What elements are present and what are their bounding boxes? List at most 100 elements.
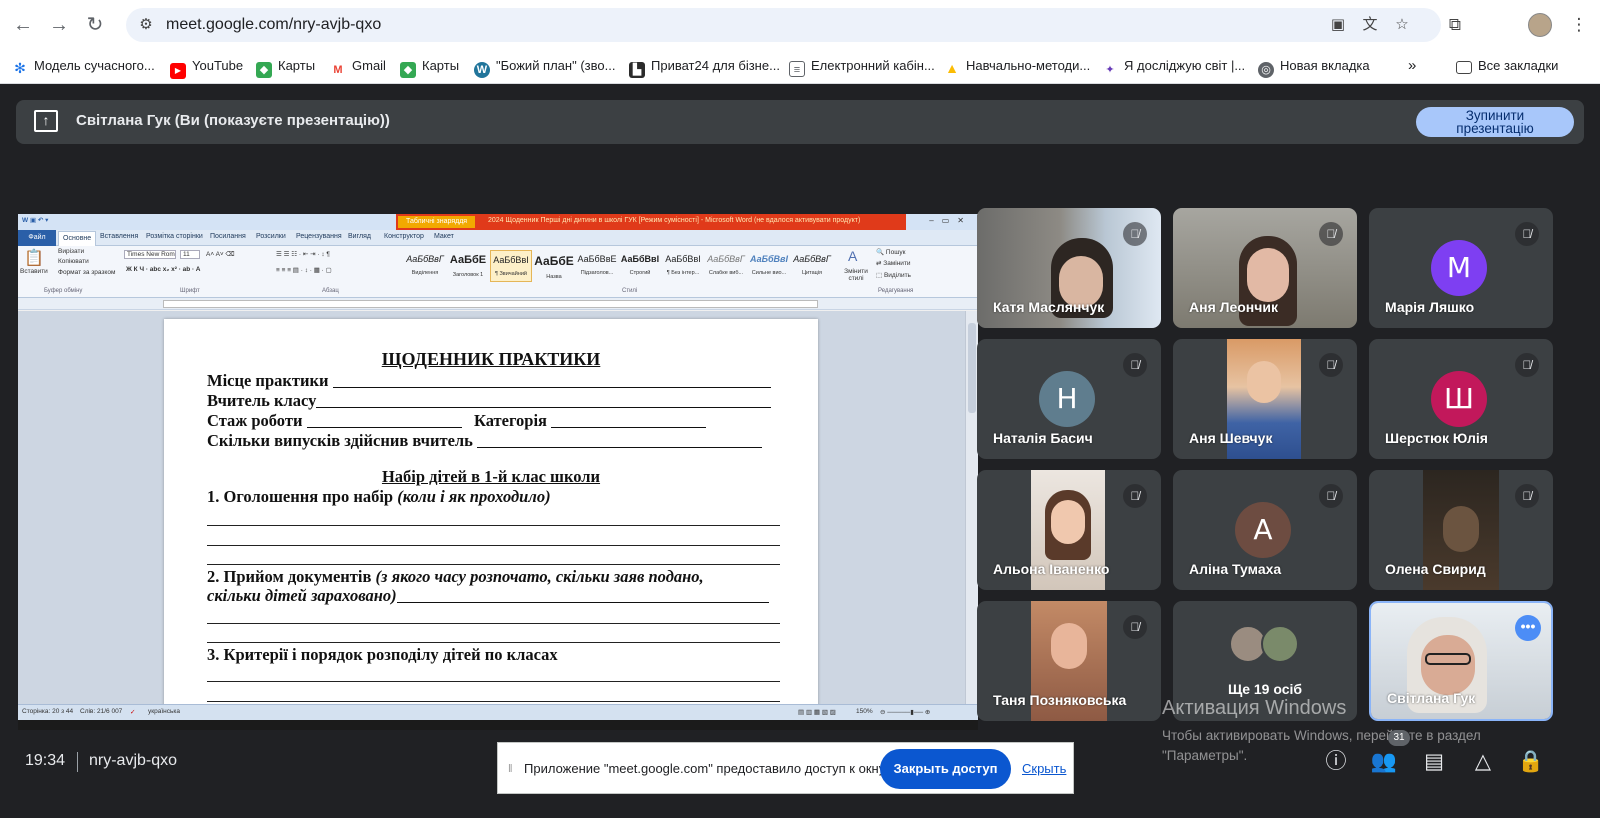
activities-icon[interactable]: △ — [1469, 748, 1497, 776]
bookmark-item[interactable]: ✦ Я досліджую світ |... — [1102, 56, 1245, 78]
host-controls-icon[interactable]: 🔒 — [1517, 748, 1545, 776]
participant-tile[interactable]: 🎙̸ Таня Позняковська — [977, 601, 1161, 721]
tab-review[interactable]: Рецензування — [296, 233, 342, 240]
font-name-select[interactable]: Times New Rom — [124, 250, 176, 259]
chat-icon[interactable]: ▤ — [1420, 748, 1448, 776]
bookmark-item[interactable]: ▶ YouTube — [170, 56, 243, 79]
font-size-select[interactable]: 11 — [180, 250, 200, 259]
bookmark-item[interactable]: ≡ Електронний кабін... — [789, 56, 935, 77]
window-controls-icon[interactable]: –▭✕ — [929, 216, 972, 225]
participant-name: Аня Шевчук — [1189, 430, 1273, 446]
status-language[interactable]: українська — [148, 708, 180, 715]
translate-icon[interactable]: 文 — [1360, 15, 1380, 35]
style-no-spacing[interactable]: АаБбВвІ ¶ Без інтер... — [662, 250, 704, 282]
participant-tile[interactable]: А 🎙̸ Аліна Тумаха — [1173, 470, 1357, 590]
extensions-icon[interactable]: ⧉ — [1442, 12, 1468, 38]
participant-tile[interactable]: 🎙̸ Аня Леончик — [1173, 208, 1357, 328]
people-count-badge: 31 — [1388, 730, 1410, 746]
style-quote[interactable]: АаБбВвГ Цитація — [791, 250, 833, 282]
participant-tile[interactable]: Ш 🎙̸ Шерстюк Юлія — [1369, 339, 1553, 459]
style-title[interactable]: АаБбЕ Назва — [533, 250, 575, 282]
style-normal[interactable]: АаБбВвІ ¶ Звичайний — [490, 250, 532, 282]
reload-icon[interactable]: ↻ — [82, 12, 108, 38]
list-icons[interactable]: ☰ ☰ ☷ · ⇤ ⇥ · ↕ ¶ — [276, 250, 330, 258]
forward-arrow-icon[interactable]: → — [46, 12, 72, 38]
view-mode-icons[interactable]: ▤ ▥ ▦ ▧ ▨ — [798, 708, 836, 716]
tab-file[interactable]: Файл — [18, 230, 56, 246]
bookmark-item[interactable]: ▲ Навчально-методи... — [944, 56, 1090, 76]
change-styles-icon[interactable]: A — [848, 248, 857, 264]
change-styles-button[interactable]: Змінити стилі — [844, 268, 868, 282]
tab-page-layout[interactable]: Розмітка сторінки — [146, 233, 203, 240]
camera-icon[interactable]: ▣ — [1328, 15, 1348, 35]
bookmark-item[interactable]: ◆ Карты — [256, 56, 315, 78]
meeting-info-icon[interactable]: ⓘ — [1322, 748, 1350, 776]
participant-name: Катя Маслянчук — [993, 299, 1105, 315]
hide-notification-link[interactable]: Скрыть — [1022, 761, 1066, 776]
stop-sharing-button[interactable]: Закрыть доступ — [880, 749, 1011, 789]
cut-button[interactable]: Вирізати — [58, 248, 84, 255]
drag-handle-icon[interactable]: ‖ — [508, 763, 514, 775]
style-strong[interactable]: АаБбВвІ Строгий — [619, 250, 661, 282]
bookmark-star-icon[interactable]: ☆ — [1392, 15, 1412, 35]
font-format-icons[interactable]: Ж К Ч · abc x₂ x² · ab · A — [126, 266, 200, 273]
bookmark-item[interactable]: M Gmail — [330, 56, 386, 78]
participant-tile[interactable]: 🎙̸ Альона Іваненко — [977, 470, 1161, 590]
participant-tile[interactable]: 🎙̸ Аня Шевчук — [1173, 339, 1357, 459]
address-bar[interactable]: ⚙ meet.google.com/nry-avjb-qxo ▣ 文 ☆ — [126, 8, 1441, 42]
document-area[interactable]: ЩОДЕННИК ПРАКТИКИ Місце практики Вчитель… — [18, 311, 965, 704]
bookmark-item[interactable]: ✻ Модель сучасного... — [12, 56, 155, 76]
zoom-slider[interactable]: ⊖ ─────▮── ⊕ — [880, 708, 930, 716]
paste-icon[interactable]: 📋 — [24, 248, 44, 268]
all-bookmarks[interactable]: Все закладки — [1456, 56, 1558, 76]
select-button[interactable]: ⬚ Виділить — [876, 271, 911, 279]
status-words[interactable]: Слів: 21/6 007 — [80, 708, 122, 715]
participant-tile[interactable]: Н 🎙̸ Наталія Басич — [977, 339, 1161, 459]
horizontal-ruler[interactable] — [18, 298, 978, 310]
back-arrow-icon[interactable]: ← — [10, 12, 36, 38]
proofing-icon[interactable]: ✓ — [130, 708, 135, 716]
tab-layout[interactable]: Макет — [434, 233, 454, 240]
tab-insert[interactable]: Вставлення — [100, 233, 138, 240]
bookmarks-overflow-icon[interactable]: » — [1408, 56, 1416, 76]
participant-tile[interactable]: 🎙̸ Катя Маслянчук — [977, 208, 1161, 328]
profile-avatar[interactable] — [1528, 13, 1552, 37]
tab-references[interactable]: Посилання — [210, 233, 246, 240]
zoom-level[interactable]: 150% — [856, 708, 873, 715]
copy-button[interactable]: Копіювати — [58, 258, 89, 265]
tab-mailings[interactable]: Розсилки — [256, 233, 286, 240]
bookmark-item[interactable]: ◎ Новая вкладка — [1258, 56, 1370, 78]
participant-tile[interactable]: M 🎙̸ Марія Ляшко — [1369, 208, 1553, 328]
font-grow-shrink-icon[interactable]: A˄ A˅ ⌫ — [206, 250, 235, 258]
group-font: Шрифт — [180, 288, 200, 294]
tab-design[interactable]: Конструктор — [384, 233, 424, 240]
bookmark-item[interactable]: W "Божий план" (зво... — [474, 56, 615, 78]
document-page[interactable]: ЩОДЕННИК ПРАКТИКИ Місце практики Вчитель… — [164, 319, 818, 704]
site-settings-icon[interactable]: ⚙ — [136, 15, 156, 35]
format-painter-button[interactable]: Формат за зразком — [58, 269, 115, 276]
stop-presenting-button[interactable]: Зупинити презентацію — [1416, 107, 1574, 137]
address-url[interactable]: meet.google.com/nry-avjb-qxo — [166, 16, 381, 34]
find-button[interactable]: 🔍 Пошук — [876, 248, 906, 256]
style-emphasis[interactable]: АаБбВвГ Виділення — [404, 250, 446, 282]
participant-tile[interactable]: 🎙̸ Олена Свирид — [1369, 470, 1553, 590]
replace-button[interactable]: ⇄ Замінити — [876, 259, 911, 267]
participant-avatar: А — [1235, 502, 1291, 558]
tab-view[interactable]: Вигляд — [348, 233, 371, 240]
style-heading1[interactable]: АаБбЕ Заголовок 1 — [447, 250, 489, 282]
more-options-icon[interactable]: ••• — [1515, 615, 1541, 641]
align-icons[interactable]: ≡ ≡ ≡ ▤ · ↕ · ▦ · ▢ — [276, 266, 332, 274]
folder-icon — [1456, 61, 1472, 74]
doc-item-2-cont: скільки дітей зараховано) — [207, 586, 769, 606]
self-tile[interactable]: ••• Світлана Гук — [1369, 601, 1553, 721]
status-page[interactable]: Сторінка: 20 з 44 — [22, 708, 73, 715]
style-intense-emphasis[interactable]: АаБбВвІ Сильне вио... — [748, 250, 790, 282]
people-icon[interactable]: 👥 — [1370, 748, 1398, 776]
style-subtitle[interactable]: АаБбВвЕ Підзаголов... — [576, 250, 618, 282]
bookmark-item[interactable]: ◆ Карты — [400, 56, 459, 78]
tab-home[interactable]: Основне — [58, 231, 97, 246]
paste-button[interactable]: Вставити — [20, 268, 48, 275]
menu-kebab-icon[interactable]: ⋮ — [1566, 12, 1592, 38]
bookmark-item[interactable]: ▙ Приват24 для бізне... — [629, 56, 780, 78]
style-subtle-emphasis[interactable]: АаБбВвГ Слабке виб... — [705, 250, 747, 282]
